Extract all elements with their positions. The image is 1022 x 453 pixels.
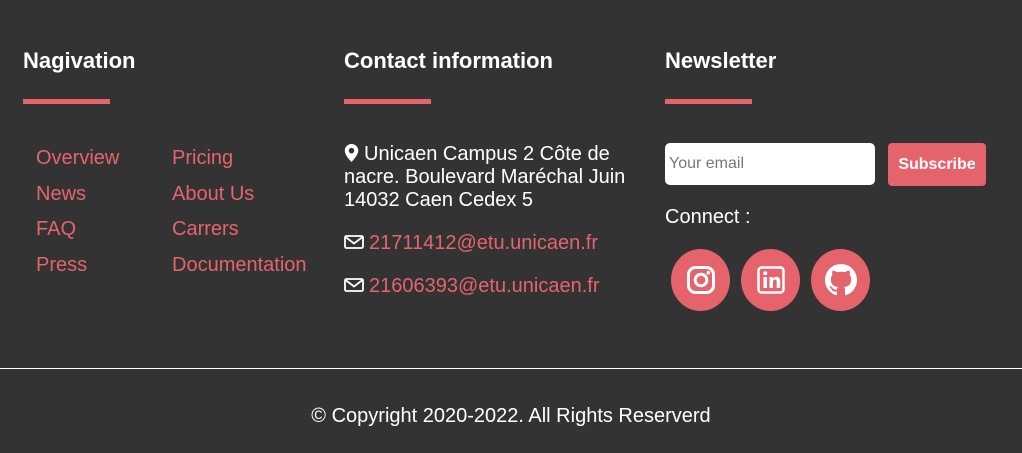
instagram-icon	[686, 266, 715, 294]
navigation-links-left: Overview News FAQ Press	[36, 148, 119, 290]
navigation-heading-underline	[23, 99, 110, 104]
github-link[interactable]	[811, 249, 870, 311]
navigation-heading: Nagivation	[23, 48, 136, 73]
newsletter-heading: Newsletter	[665, 48, 777, 73]
linkedin-icon	[756, 266, 785, 294]
contact-heading-underline	[344, 99, 431, 104]
contact-email-row: 21606393@etu.unicaen.fr	[344, 275, 599, 298]
nav-link-documentation[interactable]: Documentation	[172, 255, 307, 291]
contact-heading: Contact information	[344, 48, 553, 73]
nav-link-faq[interactable]: FAQ	[36, 219, 119, 255]
nav-link-overview[interactable]: Overview	[36, 148, 119, 184]
contact-email-link[interactable]: 21711412@etu.unicaen.fr	[369, 232, 598, 254]
copyright-text: © Copyright 2020-2022. All Rights Reserv…	[311, 405, 711, 427]
map-marker-icon	[344, 144, 359, 162]
connect-label: Connect :	[665, 206, 751, 228]
nav-link-news[interactable]: News	[36, 184, 119, 220]
contact-address: Unicaen Campus 2 Côte de nacre. Boulevar…	[344, 143, 639, 212]
newsletter-heading-underline	[665, 99, 752, 104]
nav-link-carrers[interactable]: Carrers	[172, 219, 307, 255]
github-icon	[824, 264, 857, 296]
nav-link-pricing[interactable]: Pricing	[172, 148, 307, 184]
contact-email-row: 21711412@etu.unicaen.fr	[344, 232, 598, 255]
linkedin-link[interactable]	[741, 249, 800, 311]
instagram-link[interactable]	[671, 249, 730, 311]
contact-email-link[interactable]: 21606393@etu.unicaen.fr	[369, 275, 599, 297]
envelope-icon	[344, 235, 364, 249]
navigation-links-right: Pricing About Us Carrers Documentation	[172, 148, 307, 290]
newsletter-email-input[interactable]	[665, 143, 875, 185]
subscribe-button[interactable]: Subscribe	[888, 143, 986, 186]
nav-link-press[interactable]: Press	[36, 255, 119, 291]
contact-address-text: Unicaen Campus 2 Côte de nacre. Boulevar…	[344, 143, 626, 211]
nav-link-about-us[interactable]: About Us	[172, 184, 307, 220]
envelope-icon	[344, 278, 364, 292]
footer-divider	[0, 368, 1022, 369]
